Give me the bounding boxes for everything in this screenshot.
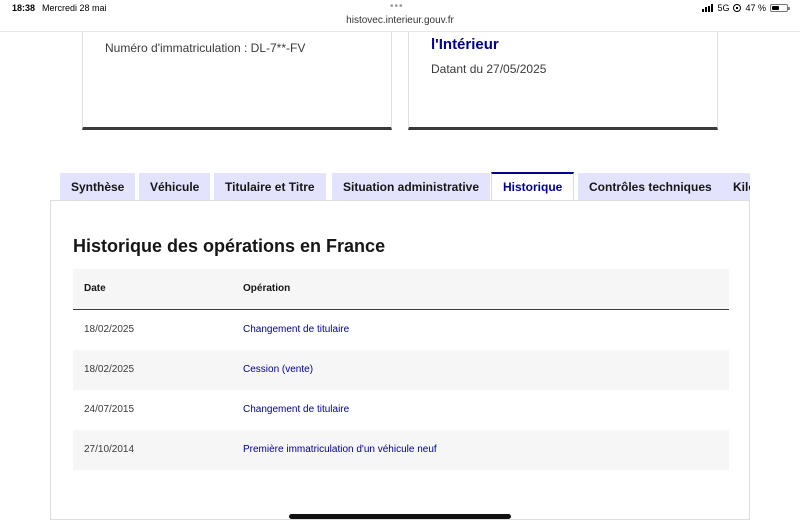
- page-title: Historique des opérations en France: [73, 236, 386, 256]
- tab-titulaire[interactable]: Titulaire et Titre: [214, 173, 326, 201]
- plate-card: Numéro d'immatriculation : DL-7**-FV: [82, 32, 392, 130]
- table-row: 27/10/2014 Première immatriculation d'un…: [73, 430, 729, 470]
- tab-kilometrage[interactable]: Kilo: [722, 173, 750, 201]
- tab-bar: Synthèse Véhicule Titulaire et Titre Sit…: [60, 172, 750, 201]
- orientation-lock-icon: [733, 4, 742, 12]
- source-date: Datant du 27/05/2025: [431, 62, 547, 76]
- signal-icon: [702, 4, 714, 12]
- column-header-date: Date: [84, 283, 106, 294]
- row-operation: Changement de titulaire: [243, 404, 350, 415]
- table-header: Date Opération: [73, 269, 729, 310]
- column-header-operation: Opération: [243, 283, 291, 294]
- row-operation: Première immatriculation d'un véhicule n…: [243, 444, 437, 455]
- battery-fill: [772, 6, 779, 10]
- source-title: l'Intérieur: [431, 36, 499, 53]
- history-panel: Historique des opérations en France Date…: [50, 200, 750, 520]
- clock: 18:38: [12, 3, 36, 13]
- tab-historique[interactable]: Historique: [491, 172, 575, 201]
- tab-vehicule[interactable]: Véhicule: [139, 173, 211, 201]
- row-operation: Cession (vente): [243, 364, 314, 375]
- plate-number: Numéro d'immatriculation : DL-7**-FV: [105, 41, 306, 55]
- row-operation: Changement de titulaire: [243, 324, 350, 335]
- battery-label: 47 %: [745, 3, 766, 13]
- row-date: 18/02/2025: [84, 324, 135, 335]
- date: Mercredi 28 mai: [42, 3, 107, 13]
- row-date: 18/02/2025: [84, 364, 135, 375]
- tab-synthese[interactable]: Synthèse: [60, 173, 136, 201]
- status-indicators: 5G 47 %: [702, 3, 790, 13]
- row-date: 27/10/2014: [84, 444, 135, 455]
- more-dots-icon[interactable]: •••: [390, 1, 404, 12]
- row-date: 24/07/2015: [84, 404, 135, 415]
- url-text[interactable]: histovec.interieur.gouv.fr: [346, 15, 454, 26]
- tab-situation[interactable]: Situation administrative: [332, 173, 491, 201]
- table-row: 18/02/2025 Changement de titulaire: [73, 310, 729, 350]
- tab-controles[interactable]: Contrôles techniques: [578, 173, 723, 201]
- home-indicator[interactable]: [289, 514, 511, 519]
- table-row: 18/02/2025 Cession (vente): [73, 350, 729, 390]
- history-table: Date Opération 18/02/2025 Changement de …: [73, 269, 729, 470]
- battery-icon: [770, 4, 790, 12]
- source-card: l'Intérieur Datant du 27/05/2025: [408, 32, 718, 130]
- network-label: 5G: [717, 3, 730, 13]
- address-bar[interactable]: histovec.interieur.gouv.fr: [0, 14, 800, 32]
- table-row: 24/07/2015 Changement de titulaire: [73, 390, 729, 430]
